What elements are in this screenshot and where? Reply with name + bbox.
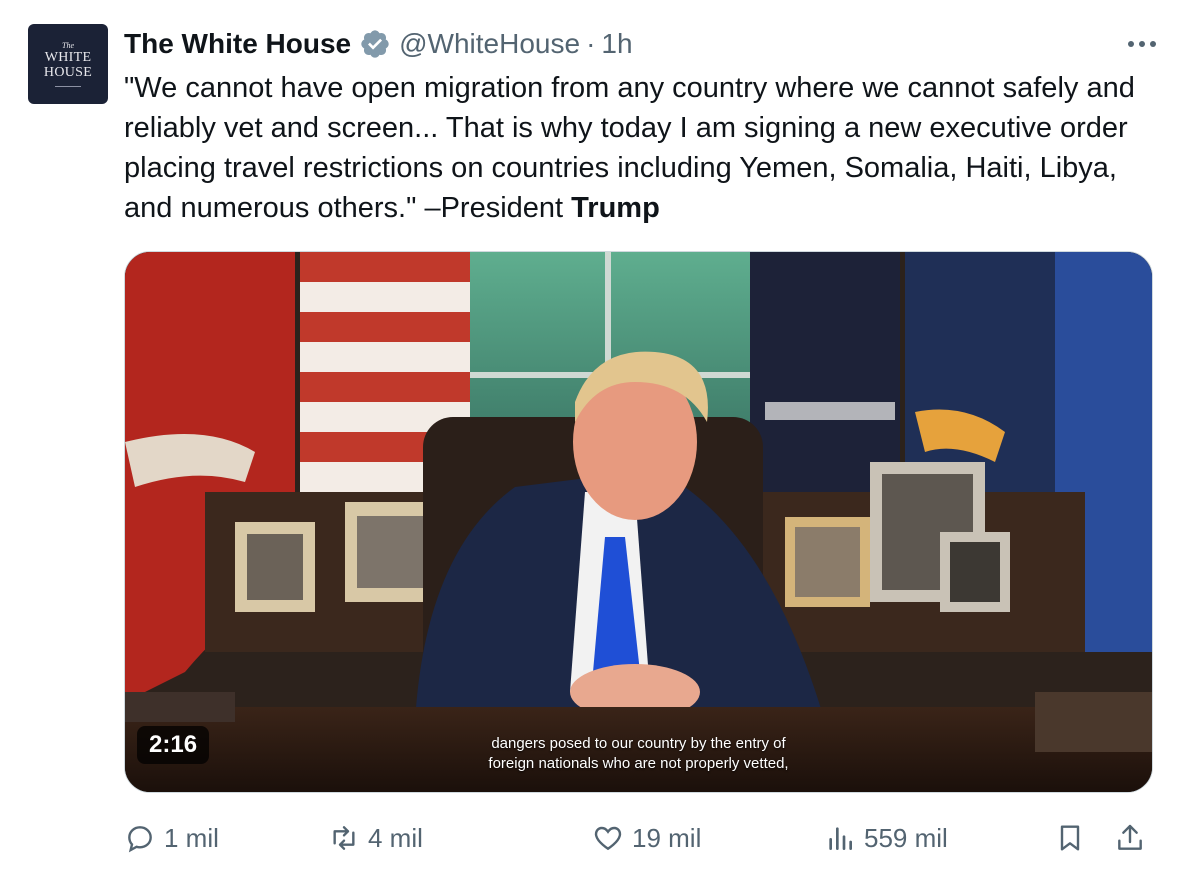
avatar-text-the: The bbox=[62, 41, 74, 50]
heart-icon bbox=[594, 826, 622, 851]
avatar-text-house: HOUSE bbox=[43, 65, 93, 80]
caption-line-1: dangers posed to our country by the entr… bbox=[491, 735, 786, 752]
views-count: 559 mil bbox=[864, 822, 948, 853]
repost-button[interactable]: 4 mil bbox=[328, 816, 423, 860]
reply-icon bbox=[128, 826, 152, 853]
video-player[interactable]: 2:16 dangers posed to our country by the… bbox=[124, 251, 1153, 793]
caption-line-2: foreign nationals who are not properly v… bbox=[488, 755, 789, 772]
views-icon bbox=[829, 827, 852, 850]
timestamp[interactable]: 1h bbox=[601, 26, 632, 62]
separator-dot: · bbox=[586, 28, 596, 59]
tweet-text-bold: Trump bbox=[571, 192, 660, 224]
verified-badge-icon[interactable] bbox=[359, 28, 391, 60]
tweet-text: "We cannot have open migration from any … bbox=[124, 68, 1164, 228]
reply-count: 1 mil bbox=[164, 822, 219, 853]
bookmark-icon bbox=[1060, 825, 1080, 851]
avatar[interactable]: The WHITE HOUSE bbox=[28, 24, 108, 104]
tweet[interactable]: The WHITE HOUSE The White House @WhiteHo… bbox=[0, 0, 1200, 879]
repost-count: 4 mil bbox=[368, 822, 423, 853]
share-button[interactable] bbox=[1114, 816, 1146, 860]
reply-button[interactable]: 1 mil bbox=[124, 816, 219, 860]
action-bar: 1 mil 4 mil 19 mil 559 mil bbox=[124, 816, 1154, 860]
bookmark-button[interactable] bbox=[1054, 816, 1086, 860]
views-button[interactable]: 559 mil bbox=[824, 816, 948, 860]
avatar-text-white: WHITE bbox=[44, 50, 92, 65]
handle[interactable]: @WhiteHouse bbox=[399, 26, 580, 62]
avatar-rule bbox=[55, 86, 81, 87]
more-icon[interactable] bbox=[1124, 30, 1160, 58]
like-button[interactable]: 19 mil bbox=[592, 816, 701, 860]
display-name[interactable]: The White House bbox=[124, 26, 351, 62]
video-caption: dangers posed to our country by the entr… bbox=[125, 734, 1152, 774]
share-icon bbox=[1118, 824, 1142, 850]
tweet-header: The White House @WhiteHouse · 1h bbox=[124, 26, 1160, 62]
like-count: 19 mil bbox=[632, 822, 702, 853]
video-frame bbox=[125, 252, 1152, 792]
repost-icon bbox=[333, 826, 355, 850]
